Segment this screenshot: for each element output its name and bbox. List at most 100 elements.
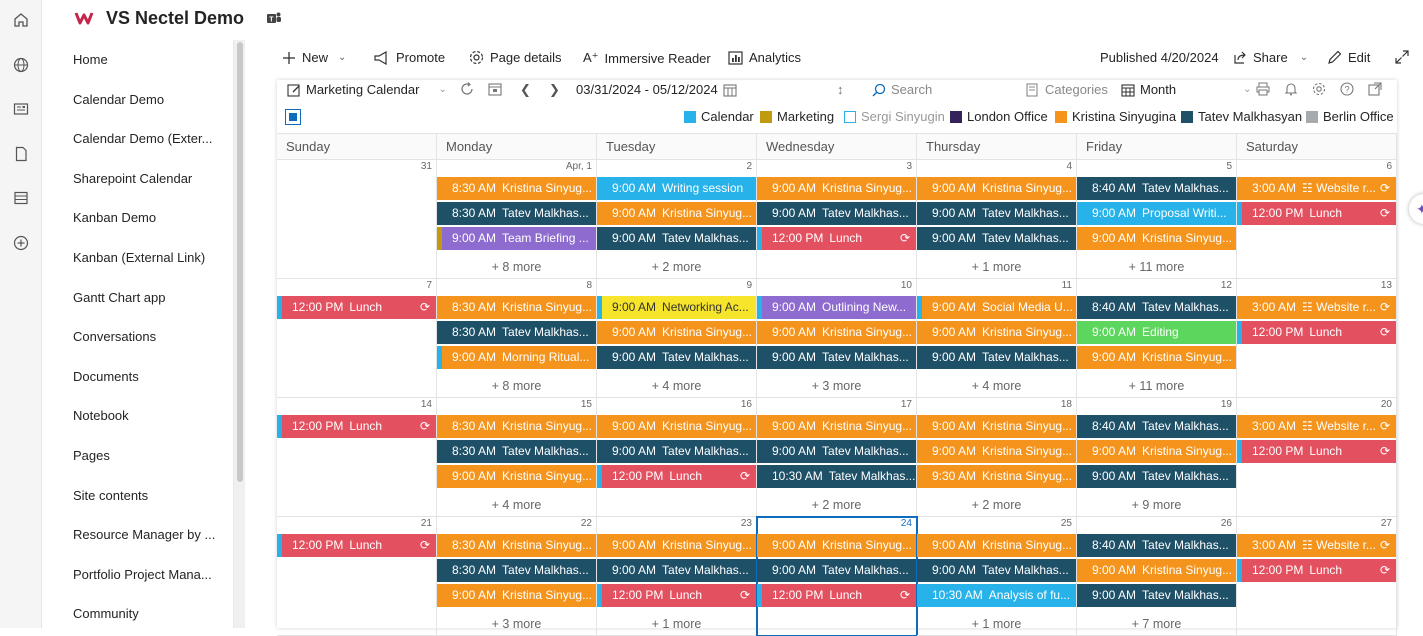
day-cell[interactable]: 7 12:00 PM Lunch ⟳ [277, 279, 437, 398]
calendar-event[interactable]: 9:00 AM Kristina Sinyug... [1077, 559, 1236, 582]
nav-item[interactable]: Notebook [73, 408, 129, 423]
calendar-event[interactable]: 10:30 AM Analysis of fu... [917, 584, 1076, 607]
share-button[interactable]: Share ⌄ [1233, 50, 1308, 65]
day-cell[interactable]: 5 8:40 AM Tatev Malkhas... 9:00 AM Proposal … [1077, 160, 1237, 279]
calendar-event[interactable]: 9:00 AM Kristina Sinyug... [917, 321, 1076, 344]
file-icon[interactable] [12, 145, 30, 163]
calendar-event[interactable]: 8:30 AM Kristina Sinyug... [437, 534, 596, 557]
nav-item[interactable]: Conversations [73, 329, 156, 344]
legend-item[interactable]: Sergi Sinyugin [844, 109, 945, 124]
nav-item[interactable]: Portfolio Project Mana... [73, 567, 212, 582]
nav-item[interactable]: Site contents [73, 488, 148, 503]
more-events-link[interactable]: + 1 more [917, 260, 1076, 274]
calendar-event[interactable]: 9:00 AM Tatev Malkhas... [597, 559, 756, 582]
day-cell[interactable]: 21 12:00 PM Lunch ⟳ [277, 517, 437, 636]
legend-item[interactable]: Berlin Office [1306, 109, 1394, 124]
calendar-event[interactable]: 10:30 AM Tatev Malkhas... [757, 465, 916, 488]
calendar-event[interactable]: 12:00 PM Lunch ⟳ [277, 415, 436, 438]
day-cell[interactable]: 12 8:40 AM Tatev Malkhas... 9:00 AM Editing 9… [1077, 279, 1237, 398]
day-cell[interactable]: 31 [277, 160, 437, 279]
more-events-link[interactable]: + 8 more [437, 260, 596, 274]
more-events-link[interactable]: + 7 more [1077, 617, 1236, 631]
calendar-event[interactable]: 9:00 AM Kristina Sinyug... [757, 321, 916, 344]
day-cell[interactable]: 26 8:40 AM Tatev Malkhas... 9:00 AM Kristina… [1077, 517, 1237, 636]
help-icon[interactable]: ? [1340, 82, 1354, 96]
more-events-link[interactable]: + 11 more [1077, 260, 1236, 274]
legend-item[interactable]: Tatev Malkhasyan [1181, 109, 1302, 124]
promote-button[interactable]: Promote [374, 50, 445, 65]
calendar-event[interactable]: 9:00 AM Kristina Sinyug... [757, 177, 916, 200]
calendar-event[interactable]: 8:40 AM Tatev Malkhas... [1077, 415, 1236, 438]
edit-button[interactable]: Edit [1327, 50, 1370, 65]
gear-icon[interactable] [1312, 82, 1326, 96]
calendar-event[interactable]: 12:00 PM Lunch ⟳ [1237, 559, 1396, 582]
nav-item[interactable]: Gantt Chart app [73, 290, 166, 305]
bell-icon[interactable] [1284, 82, 1298, 96]
calendar-event[interactable]: 9:00 AM Kristina Sinyug... [597, 202, 756, 225]
nav-item[interactable]: Kanban (External Link) [73, 250, 205, 265]
calendar-event[interactable]: 8:40 AM Tatev Malkhas... [1077, 177, 1236, 200]
legend-item[interactable]: London Office [950, 109, 1048, 124]
categories-filter[interactable]: Categories [1026, 82, 1108, 97]
calendar-event[interactable]: 9:00 AM Tatev Malkhas... [757, 559, 916, 582]
more-events-link[interactable]: + 2 more [757, 498, 916, 512]
calendar-event[interactable]: 9:00 AM Proposal Writi... [1077, 202, 1236, 225]
previous-icon[interactable]: ❮ [520, 82, 531, 98]
nav-item[interactable]: Kanban Demo [73, 210, 156, 225]
legend-item[interactable]: Kristina Sinyugina [1055, 109, 1176, 124]
day-cell[interactable]: Apr, 1 8:30 AM Kristina Sinyug... 8:30 AM Ta… [437, 160, 597, 279]
search-box[interactable]: Search [872, 82, 932, 97]
calendar-event[interactable]: 9:00 AM Tatev Malkhas... [597, 346, 756, 369]
more-events-link[interactable]: + 2 more [597, 260, 756, 274]
calendar-event[interactable]: 9:00 AM Kristina Sinyug... [1077, 440, 1236, 463]
immersive-reader-button[interactable]: A⁺ Immersive Reader [583, 50, 711, 66]
day-cell[interactable]: 14 12:00 PM Lunch ⟳ [277, 398, 437, 517]
more-events-link[interactable]: + 3 more [437, 617, 596, 631]
calendar-event[interactable]: 9:00 AM Kristina Sinyug... [1077, 346, 1236, 369]
calendar-event[interactable]: 8:30 AM Tatev Malkhas... [437, 559, 596, 582]
analytics-button[interactable]: Analytics [728, 50, 801, 65]
globe-icon[interactable] [12, 56, 30, 74]
calendar-event[interactable]: 9:00 AM Kristina Sinyug... [757, 534, 916, 557]
home-icon[interactable] [12, 11, 30, 29]
day-cell[interactable]: 11 9:00 AM Social Media U... 9:00 AM Kristin… [917, 279, 1077, 398]
calendar-event[interactable]: 9:00 AM Tatev Malkhas... [1077, 465, 1236, 488]
nav-scrollbar[interactable] [233, 40, 245, 628]
new-button[interactable]: New ⌄ [282, 50, 346, 65]
day-cell[interactable]: 17 9:00 AM Kristina Sinyug... 9:00 AM Tatev … [757, 398, 917, 517]
open-new-window-icon[interactable] [1368, 82, 1382, 96]
day-cell[interactable]: 18 9:00 AM Kristina Sinyug... 9:00 AM Kristi… [917, 398, 1077, 517]
calendar-event[interactable]: 9:00 AM Kristina Sinyug... [437, 584, 596, 607]
calendar-event[interactable]: 9:00 AM Kristina Sinyug... [597, 415, 756, 438]
day-cell[interactable]: 10 9:00 AM Outlining New... 9:00 AM Kristina… [757, 279, 917, 398]
calendar-event[interactable]: 9:00 AM Tatev Malkhas... [597, 227, 756, 250]
calendar-event[interactable]: 8:30 AM Tatev Malkhas... [437, 440, 596, 463]
view-selector[interactable]: Month ⌄ [1121, 82, 1252, 97]
calendar-event[interactable]: 9:00 AM Kristina Sinyug... [597, 534, 756, 557]
add-icon[interactable] [12, 234, 30, 252]
calendar-event[interactable]: 3:00 AM ☷ Website r... ⟳ [1237, 415, 1396, 438]
calendar-event[interactable]: 9:00 AM Writing session [597, 177, 756, 200]
calendar-event[interactable]: 12:00 PM Lunch ⟳ [277, 534, 436, 557]
more-events-link[interactable]: + 8 more [437, 379, 596, 393]
calendar-event[interactable]: 9:00 AM Tatev Malkhas... [917, 559, 1076, 582]
calendar-event[interactable]: 9:00 AM Tatev Malkhas... [1077, 584, 1236, 607]
calendar-event[interactable]: 12:00 PM Lunch ⟳ [1237, 202, 1396, 225]
calendar-event[interactable]: 9:00 AM Kristina Sinyug... [917, 415, 1076, 438]
more-events-link[interactable]: + 1 more [917, 617, 1076, 631]
day-cell[interactable]: 22 8:30 AM Kristina Sinyug... 8:30 AM Tatev … [437, 517, 597, 636]
day-cell-today[interactable]: 24 9:00 AM Kristina Sinyug... 9:00 AM Tatev … [756, 516, 918, 636]
more-events-link[interactable]: + 4 more [917, 379, 1076, 393]
day-cell[interactable]: 9 9:00 AM Networking Ac... 9:00 AM Kristina … [597, 279, 757, 398]
calendar-event[interactable]: 9:00 AM Kristina Sinyug... [917, 440, 1076, 463]
calendar-event[interactable]: 8:30 AM Tatev Malkhas... [437, 202, 596, 225]
calendar-event[interactable]: 12:00 PM Lunch ⟳ [597, 584, 756, 607]
legend-item[interactable]: Calendar [684, 109, 754, 124]
copilot-sparkle-icon[interactable]: ✦ [1409, 194, 1423, 224]
day-cell[interactable]: 6 3:00 AM ☷ Website r... ⟳ 12:00 PM Lunch ⟳ [1237, 160, 1397, 279]
day-cell[interactable]: 27 3:00 AM ☷ Website r... ⟳ 12:00 PM Lunch ⟳ [1237, 517, 1397, 636]
day-cell[interactable]: 3 9:00 AM Kristina Sinyug... 9:00 AM Tatev M… [757, 160, 917, 279]
day-cell[interactable]: 15 8:30 AM Kristina Sinyug... 8:30 AM Tatev … [437, 398, 597, 517]
calendar-event[interactable]: 8:40 AM Tatev Malkhas... [1077, 296, 1236, 319]
nav-item[interactable]: Resource Manager by ... [73, 527, 215, 542]
